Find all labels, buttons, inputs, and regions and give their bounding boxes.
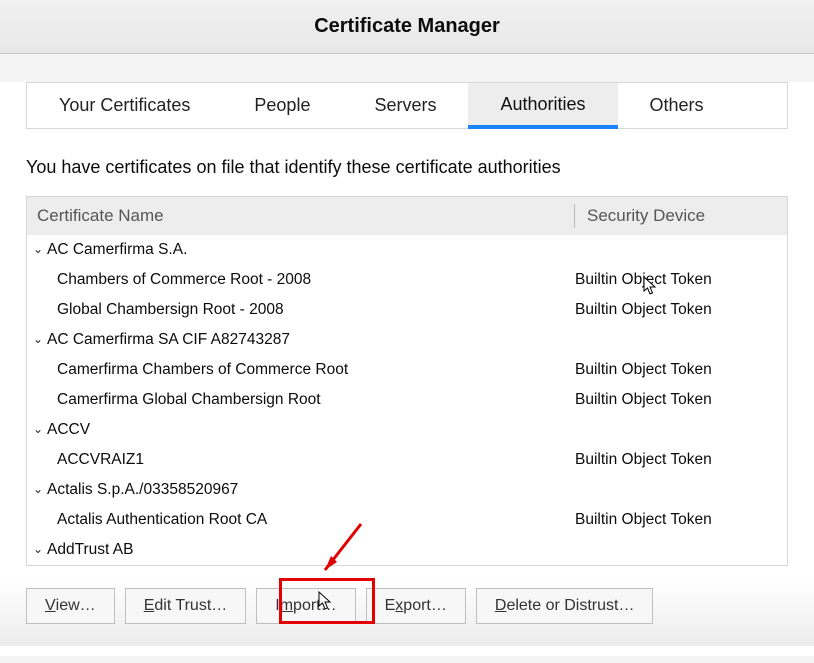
import-button[interactable]: Import… <box>256 588 355 624</box>
edit-trust-button[interactable]: Edit Trust… <box>125 588 247 624</box>
tabstrip: Your Certificates People Servers Authori… <box>26 82 788 129</box>
table-group-row[interactable]: ⌄Actalis S.p.A./03358520967 <box>27 475 787 505</box>
certificate-table: Certificate Name Security Device ⌄AC Cam… <box>26 196 788 566</box>
table-body[interactable]: ⌄AC Camerfirma S.A.Chambers of Commerce … <box>27 235 787 565</box>
table-row[interactable]: Camerfirma Chambers of Commerce RootBuil… <box>27 355 787 385</box>
tab-authorities[interactable]: Authorities <box>468 83 617 129</box>
table-row[interactable]: Camerfirma Global Chambersign RootBuilti… <box>27 385 787 415</box>
cert-device: Builtin Object Token <box>575 301 787 319</box>
column-header-name[interactable]: Certificate Name <box>27 206 574 226</box>
cert-name: Chambers of Commerce Root - 2008 <box>57 271 575 289</box>
cert-device: Builtin Object Token <box>575 271 787 289</box>
group-name: AC Camerfirma SA CIF A82743287 <box>47 331 575 349</box>
table-header: Certificate Name Security Device <box>27 197 787 235</box>
group-name: Actalis S.p.A./03358520967 <box>47 481 575 499</box>
dialog-header: Certificate Manager <box>0 0 814 54</box>
tab-description: You have certificates on file that ident… <box>26 157 788 178</box>
button-bar: View… Edit Trust… Import… Export… Delete… <box>0 580 814 646</box>
cert-name: Camerfirma Chambers of Commerce Root <box>57 361 575 379</box>
cert-device: Builtin Object Token <box>575 361 787 379</box>
content-area: Your Certificates People Servers Authori… <box>0 82 814 656</box>
tab-people[interactable]: People <box>222 83 342 128</box>
table-group-row[interactable]: ⌄ACCV <box>27 415 787 445</box>
cert-name: ACCVRAIZ1 <box>57 451 575 469</box>
table-group-row[interactable]: ⌄AC Camerfirma S.A. <box>27 235 787 265</box>
table-group-row[interactable]: ⌄AddTrust AB <box>27 535 787 565</box>
tab-others[interactable]: Others <box>618 83 736 128</box>
cert-device: Builtin Object Token <box>575 511 787 529</box>
view-button[interactable]: View… <box>26 588 115 624</box>
group-name: ACCV <box>47 421 575 439</box>
group-name: AC Camerfirma S.A. <box>47 241 575 259</box>
chevron-down-icon: ⌄ <box>31 333 45 347</box>
cert-name: Global Chambersign Root - 2008 <box>57 301 575 319</box>
export-button[interactable]: Export… <box>366 588 466 624</box>
cert-name: Actalis Authentication Root CA <box>57 511 575 529</box>
tab-servers[interactable]: Servers <box>342 83 468 128</box>
table-row[interactable]: Actalis Authentication Root CABuiltin Ob… <box>27 505 787 535</box>
table-row[interactable]: Chambers of Commerce Root - 2008Builtin … <box>27 265 787 295</box>
table-row[interactable]: Global Chambersign Root - 2008Builtin Ob… <box>27 295 787 325</box>
tab-your-certificates[interactable]: Your Certificates <box>27 83 222 128</box>
chevron-down-icon: ⌄ <box>31 483 45 497</box>
cert-name: Camerfirma Global Chambersign Root <box>57 391 575 409</box>
chevron-down-icon: ⌄ <box>31 423 45 437</box>
dialog-title: Certificate Manager <box>314 15 500 38</box>
chevron-down-icon: ⌄ <box>31 243 45 257</box>
cert-device: Builtin Object Token <box>575 391 787 409</box>
chevron-down-icon: ⌄ <box>31 543 45 557</box>
delete-distrust-button[interactable]: Delete or Distrust… <box>476 588 654 624</box>
column-header-device[interactable]: Security Device <box>575 206 787 226</box>
table-row[interactable]: ACCVRAIZ1Builtin Object Token <box>27 445 787 475</box>
cert-device: Builtin Object Token <box>575 451 787 469</box>
group-name: AddTrust AB <box>47 541 575 559</box>
table-group-row[interactable]: ⌄AC Camerfirma SA CIF A82743287 <box>27 325 787 355</box>
